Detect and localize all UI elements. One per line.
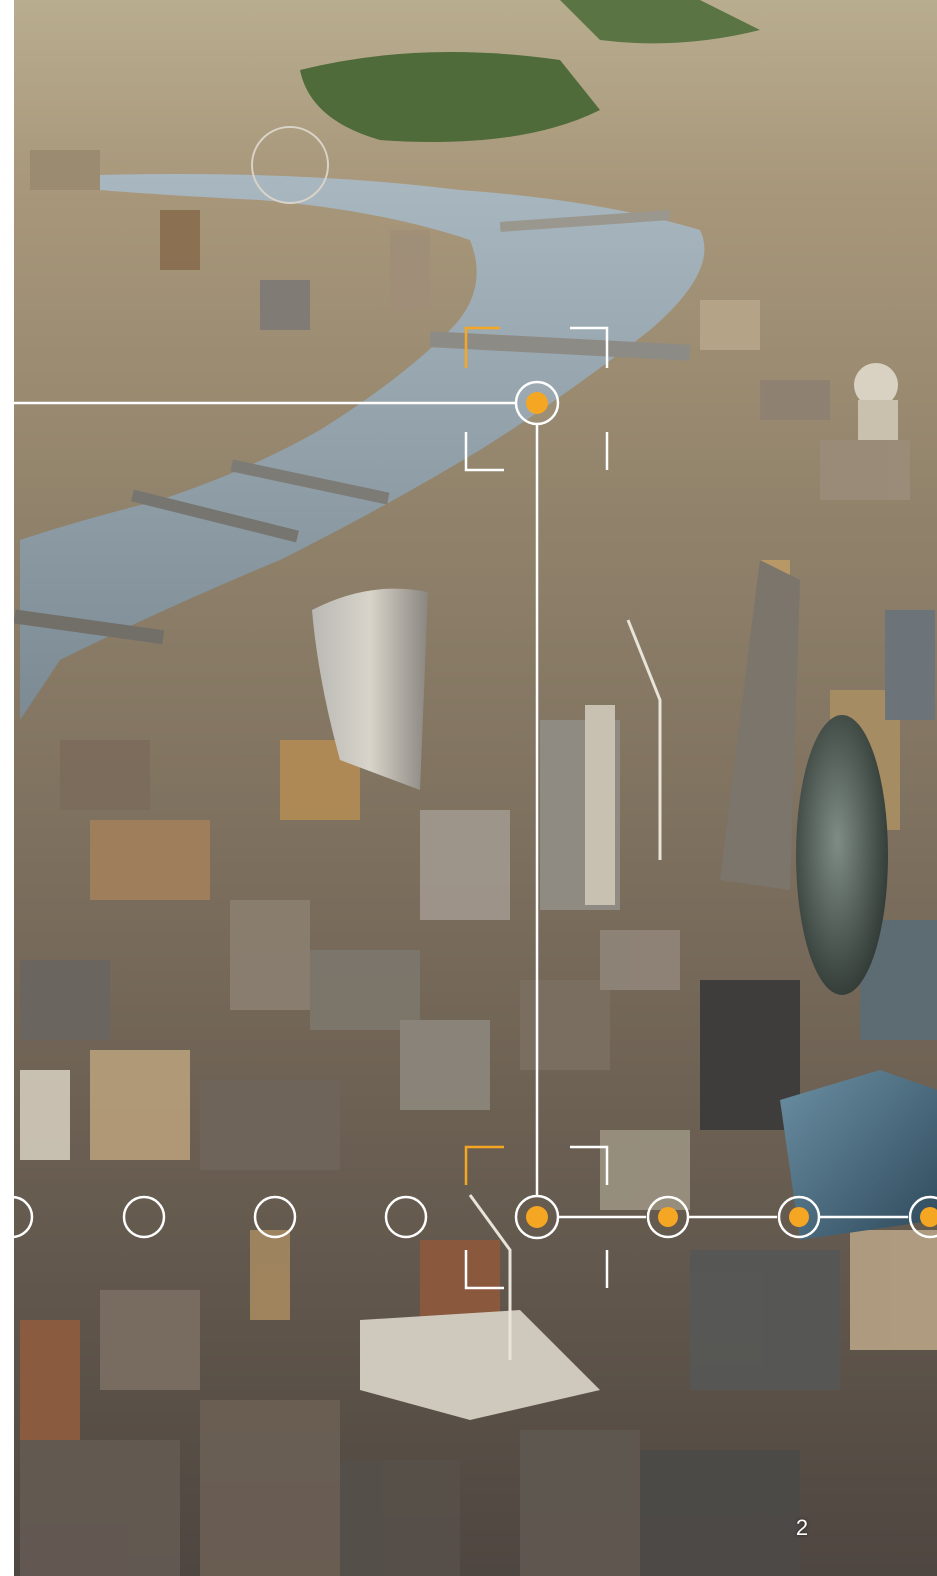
tower [885,610,935,720]
aerial-city-photo [0,0,937,1576]
brochure-page: 2 [0,0,937,1576]
gherkin-tower [796,715,888,995]
tower [585,705,615,905]
node-dot-top [526,392,548,414]
page-number: 2 [795,1515,809,1540]
page-margin [0,0,14,1576]
page-margin [0,1190,14,1250]
